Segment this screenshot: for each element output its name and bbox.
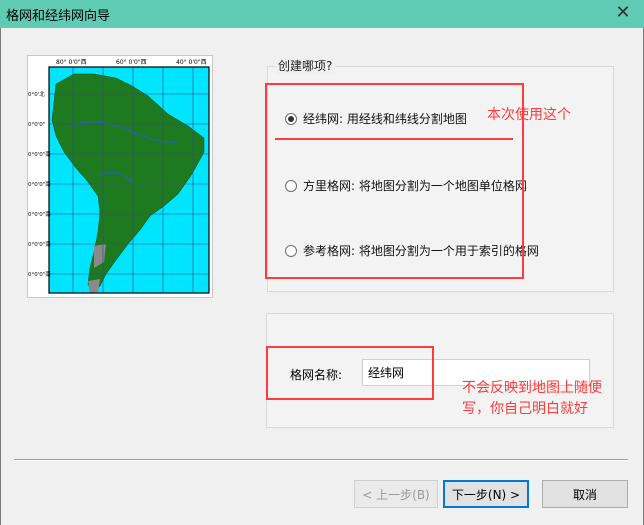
- annotation-underline: [275, 138, 513, 140]
- window-title: 格网和经纬网向导: [6, 9, 111, 24]
- map-preview: 80° 0'0"西 60° 0'0"西 40° 0'0"西 0°0'北 0°0'…: [27, 55, 213, 298]
- map-label-left: 0°0'0"南: [28, 150, 51, 158]
- close-icon[interactable]: ✕: [612, 2, 634, 24]
- annotation-box-name: [266, 346, 434, 400]
- map-label-left: 0°0'0"南: [28, 240, 51, 248]
- map-label-top: 40° 0'0"西: [176, 59, 207, 66]
- annotation-note-name-2: 写，你自己明白就好: [462, 401, 588, 417]
- map-label-left: 0°0'0": [28, 122, 45, 128]
- map-label-top: 60° 0'0"西: [116, 59, 147, 66]
- create-options-title: 创建哪项?: [275, 57, 336, 74]
- next-button[interactable]: 下一步(N) >: [443, 480, 529, 508]
- map-label-left: 0°0'0"南: [28, 270, 51, 278]
- annotation-note-name-1: 不会反映到地图上随便: [462, 380, 602, 396]
- annotation-note-option: 本次使用这个: [487, 107, 571, 123]
- annotation-box-options: [265, 83, 524, 279]
- back-button[interactable]: < 上一步(B): [354, 480, 438, 508]
- map-label-top: 80° 0'0"西: [56, 59, 87, 66]
- footer-separator: [14, 459, 628, 461]
- cancel-button[interactable]: 取消: [542, 480, 628, 508]
- title-bar: 格网和经纬网向导 ✕: [0, 0, 644, 28]
- map-label-left: 0°0'0"南: [28, 180, 51, 188]
- south-america-map: 80° 0'0"西 60° 0'0"西 40° 0'0"西 0°0'北 0°0'…: [28, 59, 210, 294]
- map-label-left: 0°0'北: [28, 90, 45, 98]
- map-label-left: 0°0'0"南: [28, 210, 51, 218]
